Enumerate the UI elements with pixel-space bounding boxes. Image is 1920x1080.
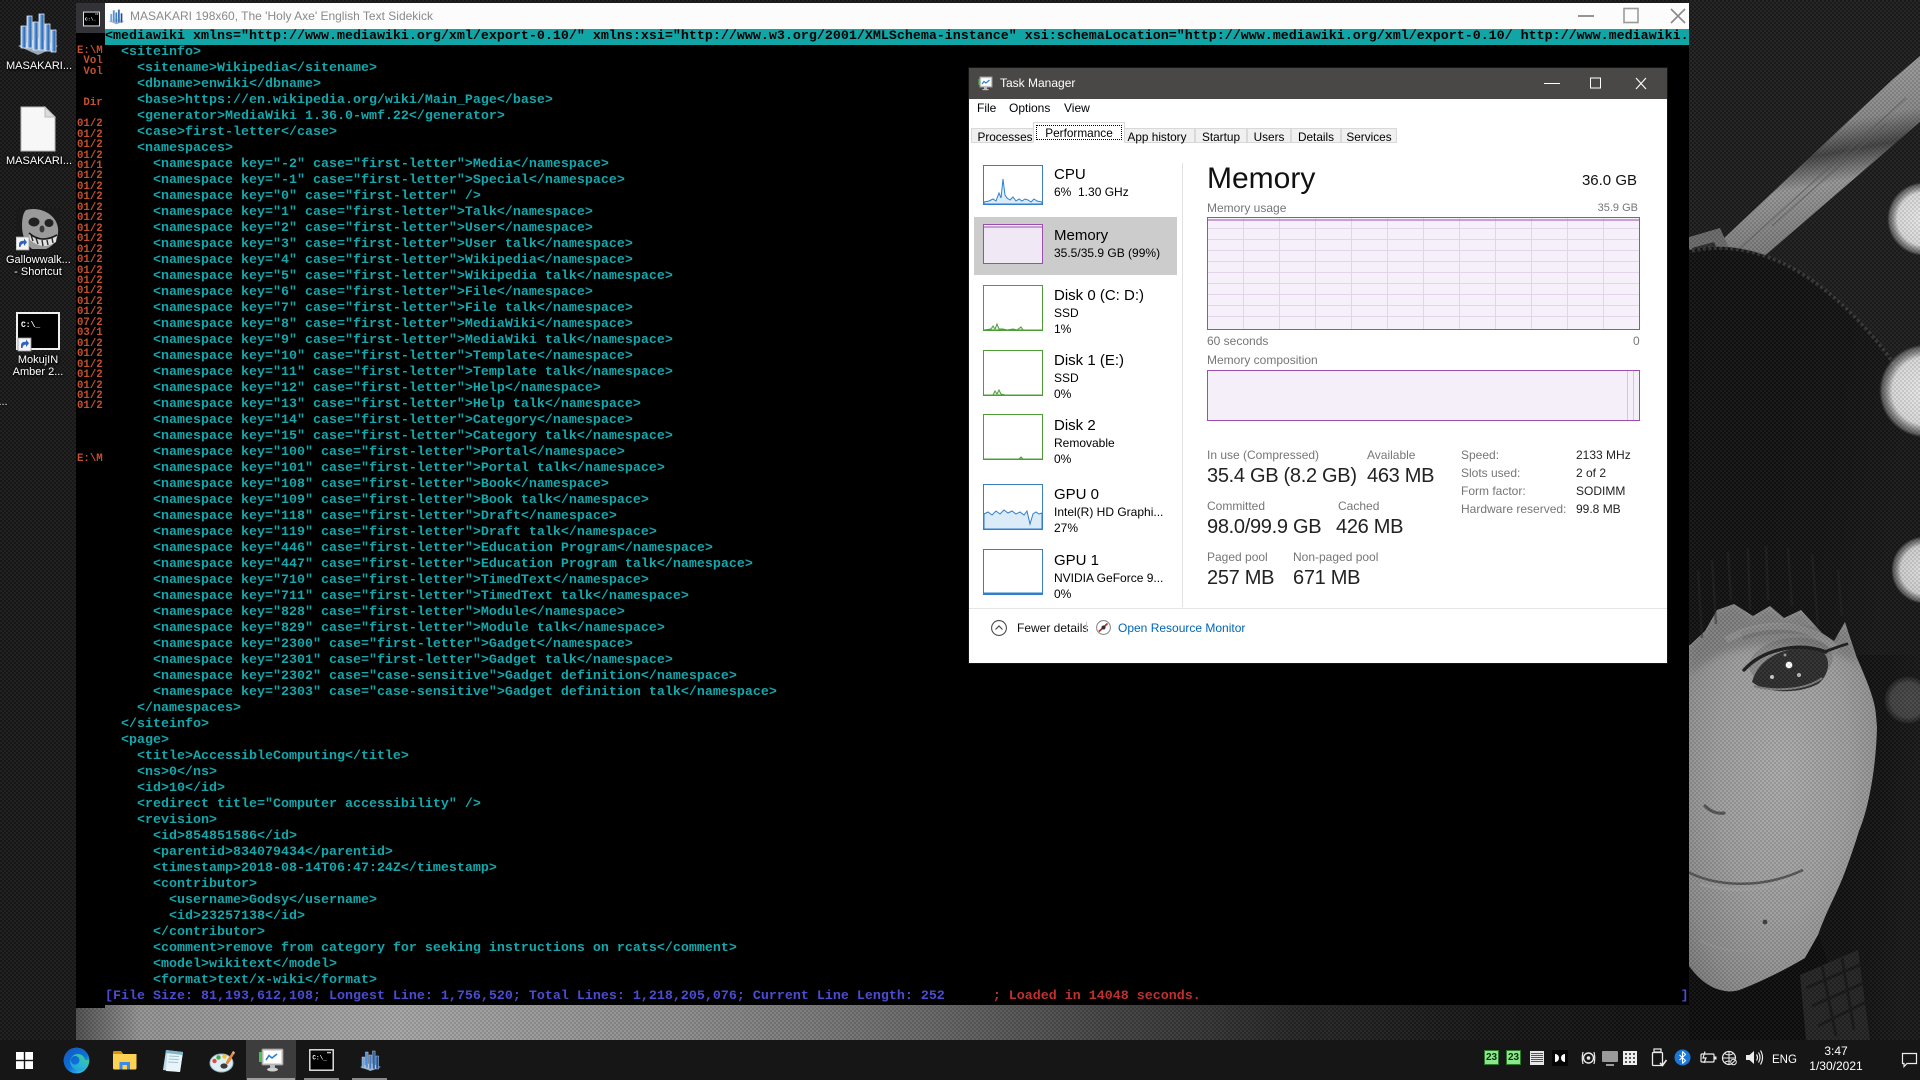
- svg-text:C:\_: C:\_: [312, 1055, 327, 1062]
